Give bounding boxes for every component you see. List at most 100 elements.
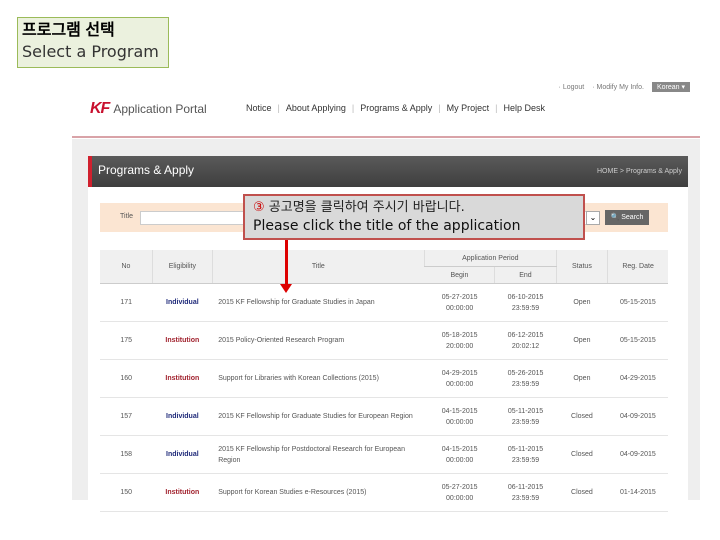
instruction-callout: ③ 공고명을 클릭하여 주시기 바랍니다. Please click the t… [243,194,585,240]
row-end: 05-11-2015 23:59:59 [494,397,557,436]
end-date: 06-10-2015 [507,293,544,301]
col-application-period: Application Period [423,250,557,267]
search-button-label: Search [621,214,644,221]
page-title: Programs & Apply [98,163,195,177]
row-status: Closed [556,435,608,474]
end-time: 23:59:59 [511,304,540,312]
row-no: 150 [100,473,153,512]
row-no: 175 [100,321,153,360]
callout-english: Please click the title of the applicatio… [253,218,521,234]
nav-help-desk[interactable]: Help Desk [497,103,551,113]
row-title-link[interactable]: 2015 KF Fellowship for Graduate Studies … [212,397,425,436]
table-row[interactable]: 150 Institution Support for Korean Studies… [100,473,668,512]
magnifier-icon: 🔍 [610,214,620,221]
end-date: 06-11-2015 [507,483,544,491]
table-row[interactable]: 175 Institution 2015 Policy-Oriented Resea… [100,321,668,360]
row-reg-date: 01-14-2015 [607,473,668,512]
row-begin: 04-15-2015 00:00:00 [424,435,495,474]
logo-text: Application Portal [113,102,207,116]
row-reg-date: 04-29-2015 [607,359,668,398]
row-status: Open [556,359,608,398]
col-end: End [494,266,557,284]
row-begin: 05-18-2015 20:00:00 [424,321,495,360]
col-begin: Begin [424,266,495,284]
arrow-shaft [285,240,288,286]
row-begin: 04-15-2015 00:00:00 [424,397,495,436]
begin-time: 00:00:00 [446,418,474,426]
nav-notice[interactable]: Notice [240,103,278,113]
row-status: Closed [556,397,608,436]
row-begin: 04-29-2015 00:00:00 [424,359,495,398]
row-eligibility: Individual [152,397,213,436]
begin-date: 04-29-2015 [441,369,478,377]
utility-links: · Logout · Modify My Info. Korean ▾ [559,82,690,92]
logo[interactable]: KF Application Portal [90,100,207,118]
col-reg-date: Reg. Date [607,250,668,284]
logout-link[interactable]: · Logout [559,84,585,91]
row-reg-date: 04-09-2015 [607,435,668,474]
row-end: 05-11-2015 23:59:59 [494,435,557,474]
row-eligibility: Institution [152,473,213,512]
row-status: Open [556,321,608,360]
table-row[interactable]: 158 Individual 2015 KF Fellowship for Post… [100,435,668,474]
begin-time: 20:00:00 [446,342,474,350]
nav-programs-apply[interactable]: Programs & Apply [354,103,438,113]
row-title-link[interactable]: Support for Libraries with Korean Collec… [212,359,425,398]
end-time: 23:59:59 [511,494,540,502]
nav-my-project[interactable]: My Project [441,103,496,113]
row-end: 06-10-2015 23:59:59 [494,283,557,322]
end-date: 05-11-2015 [507,407,544,415]
row-end: 06-12-2015 20:02:12 [494,321,557,360]
row-title-link[interactable]: 2015 Policy-Oriented Research Program [212,321,425,360]
end-time: 23:59:59 [511,456,540,464]
end-date: 05-26-2015 [507,369,544,377]
row-begin: 05-27-2015 00:00:00 [424,283,495,322]
arrow-down-icon [280,284,292,293]
header-divider [72,136,700,138]
row-status: Open [556,283,608,322]
row-end: 06-11-2015 23:59:59 [494,473,557,512]
language-select[interactable]: Korean ▾ [651,82,690,92]
search-button[interactable]: 🔍 Search [605,210,649,225]
step-number: ③ [253,200,265,215]
row-title-link[interactable]: 2015 KF Fellowship for Graduate Studies … [212,283,425,322]
end-date: 05-11-2015 [507,445,544,453]
slide-label: 프로그램 선택 Select a Program [17,17,169,68]
begin-time: 00:00:00 [446,380,474,388]
kf-logo-mark: KF [90,100,110,117]
modify-info-link[interactable]: · Modify My Info. [592,84,644,91]
main-nav: Notice | About Applying | Programs & Apply… [240,103,551,113]
row-eligibility: Individual [152,435,213,474]
chevron-down-icon[interactable]: ⌄ [586,211,600,225]
row-eligibility: Institution [152,359,213,398]
table-row[interactable]: 171 Individual 2015 KF Fellowship for Grad… [100,283,668,322]
begin-time: 00:00:00 [446,304,474,312]
begin-date: 05-27-2015 [441,483,478,491]
row-reg-date: 05-15-2015 [607,321,668,360]
end-date: 06-12-2015 [507,331,544,339]
programs-table: No Eligibility Title Application Period … [100,250,668,512]
begin-time: 00:00:00 [446,494,474,502]
row-reg-date: 05-15-2015 [607,283,668,322]
end-time: 20:02:12 [511,342,540,350]
col-status: Status [555,250,608,284]
nav-about-applying[interactable]: About Applying [280,103,352,113]
breadcrumb[interactable]: HOME > Programs & Apply [597,168,682,175]
row-no: 160 [100,359,153,398]
slide-label-korean: 프로그램 선택 [22,22,115,39]
begin-date: 05-27-2015 [441,293,478,301]
row-no: 171 [100,283,153,322]
page-title-bar: Programs & Apply HOME > Programs & Apply [88,156,688,187]
col-no: No [100,250,153,284]
search-label: Title [120,213,133,220]
row-title-link[interactable]: 2015 KF Fellowship for Postdoctoral Rese… [212,435,425,474]
row-reg-date: 04-09-2015 [607,397,668,436]
table-row[interactable]: 157 Individual 2015 KF Fellowship for Grad… [100,397,668,436]
row-title-link[interactable]: Support for Korean Studies e-Resources (… [212,473,425,512]
begin-date: 04-15-2015 [441,445,478,453]
end-time: 23:59:59 [511,418,540,426]
row-end: 05-26-2015 23:59:59 [494,359,557,398]
table-row[interactable]: 160 Institution Support for Libraries with… [100,359,668,398]
callout-korean: 공고명을 클릭하여 주시기 바랍니다. [268,200,465,215]
row-begin: 05-27-2015 00:00:00 [424,473,495,512]
